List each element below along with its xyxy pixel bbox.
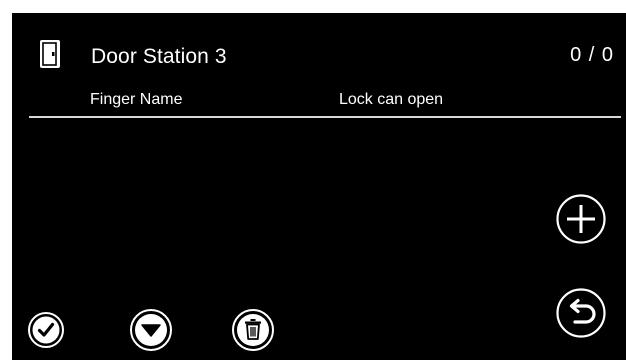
trash-circle-icon [232,309,274,351]
down-triangle-circle-icon [130,309,172,351]
plus-circle-icon [556,194,606,244]
frame: Door Station 3 0 / 0 Finger Name Lock ca… [0,0,626,360]
column-header-finger-name: Finger Name [90,91,183,108]
add-button[interactable] [555,193,607,245]
header-divider [29,116,621,118]
back-button[interactable] [555,287,607,339]
page-title: Door Station 3 [91,45,227,68]
column-header-lock-can-open: Lock can open [339,91,444,108]
fingerprint-list[interactable] [29,119,559,279]
checkmark-circle-icon [28,312,64,348]
fingerprint-list-screen: Door Station 3 0 / 0 Finger Name Lock ca… [12,13,626,360]
return-arrow-icon [556,288,606,338]
confirm-button[interactable] [27,311,65,349]
delete-button[interactable] [231,308,275,352]
record-counter: 0 / 0 [570,44,614,66]
scroll-down-button[interactable] [129,308,173,352]
door-icon [39,39,61,69]
